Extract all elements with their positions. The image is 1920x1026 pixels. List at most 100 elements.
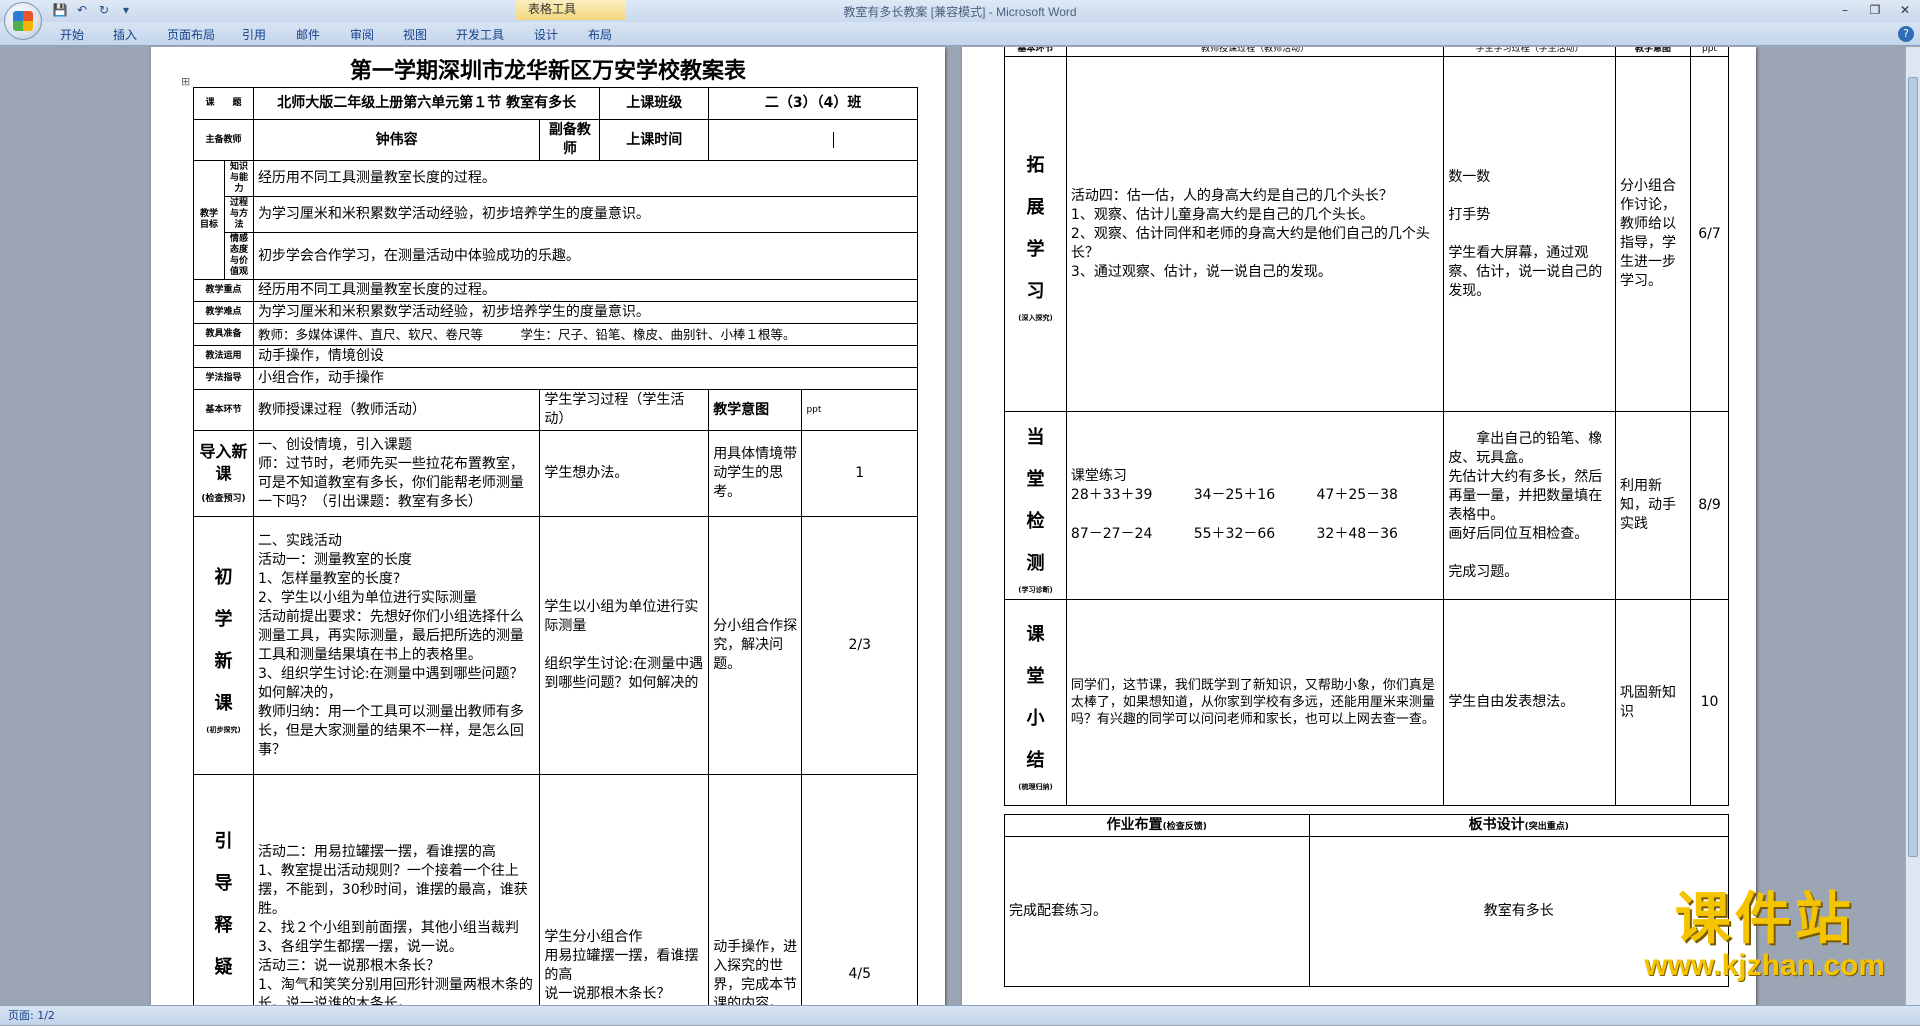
section-step-summary: 课堂小结 (梳理归纳) bbox=[1004, 599, 1067, 806]
section-ppt-intro[interactable]: 1 bbox=[801, 430, 918, 517]
study-text[interactable]: 小组合作，动手操作 bbox=[252, 367, 919, 390]
minimize-button[interactable]: – bbox=[1830, 0, 1860, 20]
homework-label: 作业布置(检查反馈) bbox=[1004, 814, 1310, 837]
class-time-value[interactable] bbox=[708, 119, 918, 161]
section-intent-guide[interactable]: 动手操作，进入探究的世界，完成本节课的内容。 bbox=[708, 774, 803, 1005]
board-label: 板书设计(突出重点) bbox=[1308, 814, 1730, 837]
office-button[interactable] bbox=[4, 2, 42, 40]
homework-text[interactable]: 完成配套练习。 bbox=[1004, 836, 1310, 987]
section-student-new[interactable]: 学生以小组为单位进行实际测量 组织学生讨论:在测量中遇到哪些问题？如何解决的 bbox=[539, 516, 710, 775]
tab-page-layout[interactable]: 页面布局 bbox=[167, 26, 215, 43]
section-sub: (梳理归纳) bbox=[1018, 782, 1053, 791]
section-step-intro: 导入新课 (检查预习) bbox=[193, 430, 254, 517]
tab-review[interactable]: 审阅 bbox=[350, 26, 374, 43]
watermark-title: 课件站 bbox=[1674, 886, 1855, 952]
section-name: 引导释疑 bbox=[214, 830, 233, 978]
homework-board-table: 作业布置(检查反馈) 板书设计(突出重点) 完成配套练习。 教室有多长 bbox=[1004, 814, 1730, 987]
tab-mailings[interactable]: 邮件 bbox=[296, 26, 320, 43]
lead-teacher-label: 主备教师 bbox=[193, 119, 254, 161]
goal-text-attitude[interactable]: 初步学会合作学习，在测量活动中体验成功的乐趣。 bbox=[252, 232, 919, 280]
exercise-item: 32＋48－36 bbox=[1316, 526, 1398, 542]
section-step-extend: 拓展学习 (深入探究) bbox=[1004, 56, 1067, 412]
section-ppt-extend[interactable]: 6/7 bbox=[1689, 56, 1730, 412]
section-teacher-new[interactable]: 二、实践活动 活动一：测量教室的长度 1、怎样量教室的长度? 2、学生以小组为单… bbox=[252, 516, 541, 775]
prep-text[interactable]: 教师：多媒体课件、直尺、软尺、卷尺等 学生：尺子、铅笔、橡皮、曲别针、小棒１根等… bbox=[252, 323, 919, 346]
watermark-url: www.kjzhan.com bbox=[1644, 949, 1885, 982]
tab-layout[interactable]: 布局 bbox=[588, 26, 612, 43]
table-move-handle-icon[interactable]: ⊞ bbox=[181, 75, 190, 88]
section-ppt-test[interactable]: 8/9 bbox=[1689, 411, 1730, 600]
section-intent-test[interactable]: 利用新知，动手实践 bbox=[1615, 411, 1691, 600]
section-sub: (初步探究) bbox=[206, 725, 241, 734]
section-intent-intro[interactable]: 用具体情境带动学生的思考。 bbox=[708, 430, 803, 517]
key-point-text[interactable]: 经历用不同工具测量教室长度的过程。 bbox=[252, 279, 919, 302]
goal-text-process[interactable]: 为学习厘米和米积累数学活动经验，初步培养学生的度量意识。 bbox=[252, 196, 919, 233]
window-controls: – ❐ ✕ bbox=[1830, 0, 1920, 20]
section-teacher-intro[interactable]: 一、创设情境，引入课题 师：过节时，老师先买一些拉花布置教室，可是不知道教室有多… bbox=[252, 430, 541, 517]
header-ppt: ppt bbox=[801, 389, 918, 431]
header-intent: 教学意图 bbox=[708, 389, 803, 431]
vertical-scrollbar[interactable] bbox=[1905, 47, 1920, 1005]
scrollbar-thumb[interactable] bbox=[1908, 77, 1918, 857]
exercise-item: 34－25＋16 bbox=[1193, 487, 1276, 503]
restore-button[interactable]: ❐ bbox=[1860, 0, 1890, 20]
section-intent-new[interactable]: 分小组合作探究，解决问题。 bbox=[708, 516, 803, 775]
difficulty-label: 教学难点 bbox=[193, 301, 254, 324]
exercise-item: 87－27－24 bbox=[1070, 526, 1153, 542]
header-teacher: 教师授课过程（教师活动） bbox=[1065, 47, 1445, 57]
section-student-guide[interactable]: 学生分小组合作 用易拉罐摆一摆，看谁摆的高 说一说那根木条长？ bbox=[539, 774, 710, 1005]
document-title: 第一学期深圳市龙华新区万安学校教案表 bbox=[349, 58, 746, 84]
section-ppt-summary[interactable]: 10 bbox=[1689, 599, 1730, 806]
page-indicator[interactable]: 页面: 1/2 bbox=[8, 1009, 55, 1022]
topic-value[interactable]: 北师大版二年级上册第六单元第１节 教室有多长 bbox=[252, 87, 601, 120]
section-student-test[interactable]: 拿出自己的铅笔、橡皮、玩具盒。 先估计大约有多长，然后再量一量，并把数量填在表格… bbox=[1443, 411, 1617, 600]
header-student: 学生学习过程（学生活动） bbox=[1443, 47, 1617, 57]
header-teacher: 教师授课过程（教师活动） bbox=[252, 389, 541, 431]
lead-teacher-value[interactable]: 钟伟容 bbox=[252, 119, 541, 161]
difficulty-text[interactable]: 为学习厘米和米积累数学活动经验，初步培养学生的度量意识。 bbox=[252, 301, 919, 324]
lesson-plan-table: 课 题 北师大版二年级上册第六单元第１节 教室有多长 上课班级 二（3）（4）班… bbox=[192, 87, 919, 1005]
help-icon[interactable]: ? bbox=[1898, 26, 1914, 42]
goal-label-knowledge: 知识与能力 bbox=[224, 160, 254, 197]
document-page-2[interactable]: 基本环节 教师授课过程（教师活动） 学生学习过程（学生活动） 教学意图 ppt … bbox=[962, 47, 1756, 1005]
section-student-intro[interactable]: 学生想办法。 bbox=[539, 430, 710, 517]
close-button[interactable]: ✕ bbox=[1890, 0, 1920, 20]
section-teacher-test[interactable]: 课堂练习 28＋33＋39 34－25＋16 47＋25－38 87－27－24… bbox=[1065, 411, 1445, 600]
method-text[interactable]: 动手操作，情境创设 bbox=[252, 345, 919, 368]
section-step-test: 当堂检测 (学习诊断) bbox=[1004, 411, 1067, 600]
section-intent-summary[interactable]: 巩固新知识 bbox=[1615, 599, 1691, 806]
status-bar: 页面: 1/2 bbox=[0, 1005, 1920, 1025]
section-student-summary[interactable]: 学生自由发表想法。 bbox=[1443, 599, 1617, 806]
exercise-title: 课堂练习 bbox=[1070, 468, 1127, 484]
section-step-new: 初学新课 (初步探究) bbox=[193, 516, 254, 775]
class-label: 上课班级 bbox=[599, 87, 710, 120]
tab-developer[interactable]: 开发工具 bbox=[456, 26, 504, 43]
section-name: 导入新课 bbox=[199, 441, 248, 483]
section-teacher-extend[interactable]: 活动四：估一估，人的身高大约是自己的几个头长？ 1、观察、估计儿童身高大约是自己… bbox=[1065, 56, 1445, 412]
section-teacher-summary[interactable]: 同学们，这节课，我们既学到了新知识，又帮助小象，你们真是太棒了，如果想知道，从你… bbox=[1065, 599, 1445, 806]
document-page-1[interactable]: 第一学期深圳市龙华新区万安学校教案表 ⊞ 课 题 北师大版二年级上册第六单元第１… bbox=[151, 47, 945, 1005]
office-logo-icon bbox=[13, 11, 33, 31]
homework-label-text: 作业布置 bbox=[1106, 817, 1163, 833]
goals-side-label: 教学目标 bbox=[192, 160, 226, 280]
header-step: 基本环节 bbox=[1004, 47, 1067, 57]
section-intent-extend[interactable]: 分小组合作讨论，教师给以指导，学生进一步学习。 bbox=[1615, 56, 1691, 412]
goal-label-attitude: 情感态度与价值观 bbox=[224, 232, 254, 280]
class-value[interactable]: 二（3）（4）班 bbox=[708, 87, 918, 120]
ribbon-tabs: 开始 插入 页面布局 引用 邮件 审阅 视图 开发工具 设计 布局 ? bbox=[0, 22, 1920, 46]
section-teacher-guide[interactable]: 活动二：用易拉罐摆一摆，看谁摆的高 1、教室提出活动规则？一个接着一个往上摆，不… bbox=[252, 774, 541, 1005]
header-step: 基本环节 bbox=[193, 389, 254, 431]
goal-text-knowledge[interactable]: 经历用不同工具测量教室长度的过程。 bbox=[252, 160, 919, 197]
section-name: 拓展学习 bbox=[1026, 155, 1045, 302]
board-label-text: 板书设计 bbox=[1468, 817, 1525, 833]
section-step-guide: 引导释疑 bbox=[193, 774, 254, 1005]
tab-home[interactable]: 开始 bbox=[60, 26, 84, 43]
section-student-extend[interactable]: 数一数 打手势 学生看大屏幕，通过观察、估计，说一说自己的发现。 bbox=[1443, 56, 1617, 412]
tab-design[interactable]: 设计 bbox=[534, 26, 558, 43]
section-ppt-guide[interactable]: 4/5 bbox=[801, 774, 918, 1005]
tab-view[interactable]: 视图 bbox=[403, 26, 427, 43]
tab-insert[interactable]: 插入 bbox=[113, 26, 137, 43]
study-label: 学法指导 bbox=[193, 367, 254, 390]
tab-references[interactable]: 引用 bbox=[242, 26, 266, 43]
section-ppt-new[interactable]: 2/3 bbox=[801, 516, 918, 775]
